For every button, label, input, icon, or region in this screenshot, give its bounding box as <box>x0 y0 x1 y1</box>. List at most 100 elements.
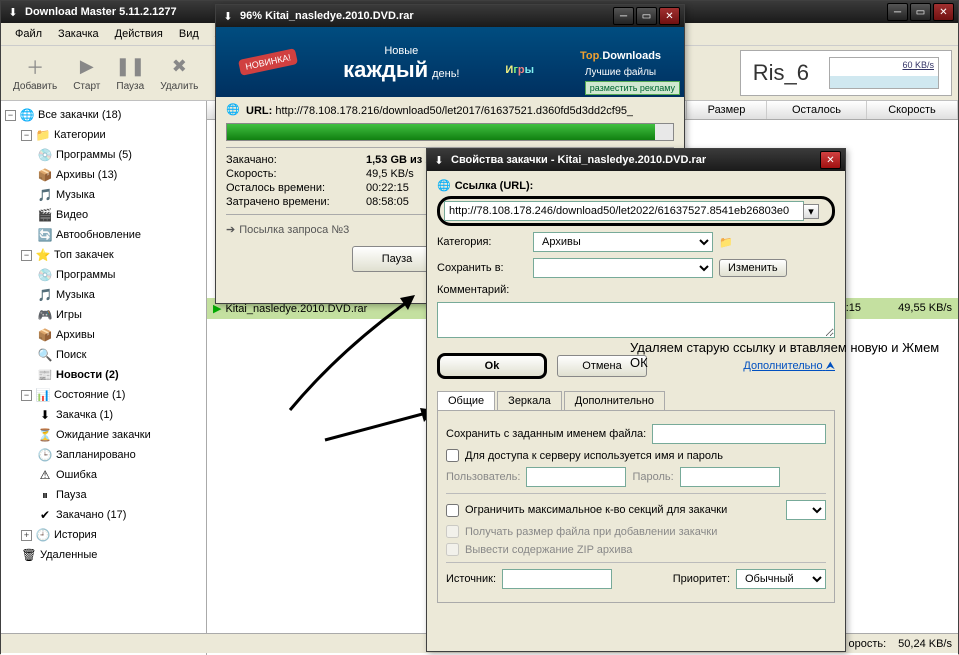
delete-button[interactable]: ✖Удалить <box>154 53 204 94</box>
collapse-icon[interactable]: − <box>21 130 32 141</box>
ok-button[interactable]: Ok <box>437 353 547 379</box>
tree-pause[interactable]: ⏸Пауза <box>35 486 204 504</box>
pause-button[interactable]: ❚❚Пауза <box>110 53 150 94</box>
video-icon: 🎬 <box>37 207 53 223</box>
globe-icon: 🌐 <box>437 179 451 192</box>
ad-igry: Игры <box>505 44 534 81</box>
category-select[interactable]: Архивы <box>533 232 713 252</box>
dropdown-button[interactable]: ▾ <box>803 204 819 219</box>
tab-mirrors[interactable]: Зеркала <box>497 391 562 410</box>
close-button[interactable]: ✕ <box>820 151 841 169</box>
url-input[interactable] <box>444 201 804 221</box>
user-input <box>526 467 626 487</box>
speed-banner: Ris_6 60 KB/s <box>740 50 952 96</box>
saveas-input[interactable] <box>652 424 826 444</box>
tree-programs[interactable]: 💿Программы (5) <box>35 146 204 164</box>
priority-select[interactable]: Обычный <box>736 569 826 589</box>
tree-music[interactable]: 🎵Музыка <box>35 186 204 204</box>
error-icon: ⚠ <box>37 467 53 483</box>
maximize-button[interactable]: ▭ <box>636 7 657 25</box>
tree-top-news[interactable]: 📰Новости (2) <box>35 366 204 384</box>
col-size[interactable]: Размер <box>687 101 767 119</box>
folder-icon[interactable]: 📁 <box>719 236 733 249</box>
tree-top-archives[interactable]: 📦Архивы <box>35 326 204 344</box>
download-icon: ⬇ <box>37 407 53 423</box>
badge-icon: НОВИНКА! <box>238 48 298 76</box>
tree-planned[interactable]: 🕒Запланировано <box>35 446 204 464</box>
tree-done[interactable]: ✔Закачано (17) <box>35 506 204 524</box>
col-left[interactable]: Осталось <box>767 101 867 119</box>
props-title: Свойства закачки - Kitai_nasledye.2010.D… <box>451 154 820 166</box>
tree-categories[interactable]: −📁Категории <box>19 126 204 144</box>
minimize-button[interactable]: ─ <box>887 3 908 21</box>
tree-video[interactable]: 🎬Видео <box>35 206 204 224</box>
cancel-button[interactable]: Отмена <box>557 355 647 377</box>
menu-actions[interactable]: Действия <box>107 25 171 43</box>
close-button[interactable]: ✕ <box>659 7 680 25</box>
props-titlebar[interactable]: ⬇ Свойства закачки - Kitai_nasledye.2010… <box>427 149 845 171</box>
start-button[interactable]: ▶Старт <box>67 53 106 94</box>
tree-top-search[interactable]: 🔍Поиск <box>35 346 204 364</box>
tree-all[interactable]: −🌐Все закачки (18) <box>3 106 204 124</box>
progress-fill <box>227 124 655 140</box>
globe-icon: 🌐 <box>226 103 242 119</box>
ad-banner[interactable]: НОВИНКА! Новыекаждый день! Игры Top.Down… <box>216 27 684 97</box>
menu-view[interactable]: Вид <box>171 25 207 43</box>
tab-general[interactable]: Общие <box>437 391 495 410</box>
close-button[interactable]: ✕ <box>933 3 954 21</box>
maxsec-select[interactable] <box>786 500 826 520</box>
source-input[interactable] <box>502 569 612 589</box>
speed-graph[interactable]: 60 KB/s <box>829 57 939 89</box>
category-label: Категория: <box>437 236 527 248</box>
maxsec-checkbox[interactable] <box>446 504 459 517</box>
tab-advanced[interactable]: Дополнительно <box>564 391 665 410</box>
row-speed: 49,55 KB/s <box>867 300 958 317</box>
saveto-select[interactable] <box>533 258 713 278</box>
tree-error[interactable]: ⚠Ошибка <box>35 466 204 484</box>
pass-input <box>680 467 780 487</box>
properties-dialog: ⬇ Свойства закачки - Kitai_nasledye.2010… <box>426 148 846 652</box>
maximize-button[interactable]: ▭ <box>910 3 931 21</box>
collapse-icon[interactable]: − <box>21 390 32 401</box>
comment-input[interactable] <box>437 302 835 338</box>
progress-bar <box>226 123 674 141</box>
more-link[interactable]: Дополнительно ⮝ <box>743 360 835 373</box>
program-icon: 💿 <box>37 267 53 283</box>
change-button[interactable]: Изменить <box>719 259 787 277</box>
status-speed-label: орость: <box>848 638 886 650</box>
tree-waiting[interactable]: ⏳Ожидание закачки <box>35 426 204 444</box>
tree-history[interactable]: +🕘История <box>19 526 204 544</box>
tree-top-programs[interactable]: 💿Программы <box>35 266 204 284</box>
chevron-up-icon: ⮝ <box>826 360 835 372</box>
add-button[interactable]: ＋Добавить <box>7 53 63 94</box>
menu-file[interactable]: Файл <box>7 25 50 43</box>
ad-link[interactable]: разместить рекламу <box>585 81 680 95</box>
tree-downloading[interactable]: ⬇Закачка (1) <box>35 406 204 424</box>
progress-titlebar[interactable]: ⬇ 96% Kitai_nasledye.2010.DVD.rar ─ ▭ ✕ <box>216 5 684 27</box>
minimize-button[interactable]: ─ <box>613 7 634 25</box>
tree-autoupdate[interactable]: 🔄Автообновление <box>35 226 204 244</box>
tree-status[interactable]: −📊Состояние (1) <box>19 386 204 404</box>
auth-checkbox[interactable] <box>446 449 459 462</box>
ad-text: Новыекаждый день! <box>343 41 459 83</box>
expand-icon[interactable]: + <box>21 530 32 541</box>
tree-top-music[interactable]: 🎵Музыка <box>35 286 204 304</box>
app-icon: ⬇ <box>431 152 447 168</box>
collapse-icon[interactable]: − <box>5 110 16 121</box>
status-speed-value: 50,24 KB/s <box>898 638 952 650</box>
program-icon: 💿 <box>37 147 53 163</box>
col-speed[interactable]: Скорость <box>867 101 958 119</box>
tree-top-games[interactable]: 🎮Игры <box>35 306 204 324</box>
delete-icon: ✖ <box>167 55 191 79</box>
play-icon: ▶ <box>213 303 221 315</box>
play-icon: ▶ <box>75 55 99 79</box>
menu-download[interactable]: Закачка <box>50 25 107 43</box>
collapse-icon[interactable]: − <box>21 250 32 261</box>
category-tree: −🌐Все закачки (18) −📁Категории 💿Программ… <box>1 101 207 655</box>
tree-deleted[interactable]: 🗑Удаленные <box>19 546 204 564</box>
tree-top[interactable]: −⭐Топ закачек <box>19 246 204 264</box>
music-icon: 🎵 <box>37 287 53 303</box>
tree-archives[interactable]: 📦Архивы (13) <box>35 166 204 184</box>
clock-icon: 🕒 <box>37 447 53 463</box>
tab-panel: Сохранить с заданным именем файла: Для д… <box>437 411 835 603</box>
